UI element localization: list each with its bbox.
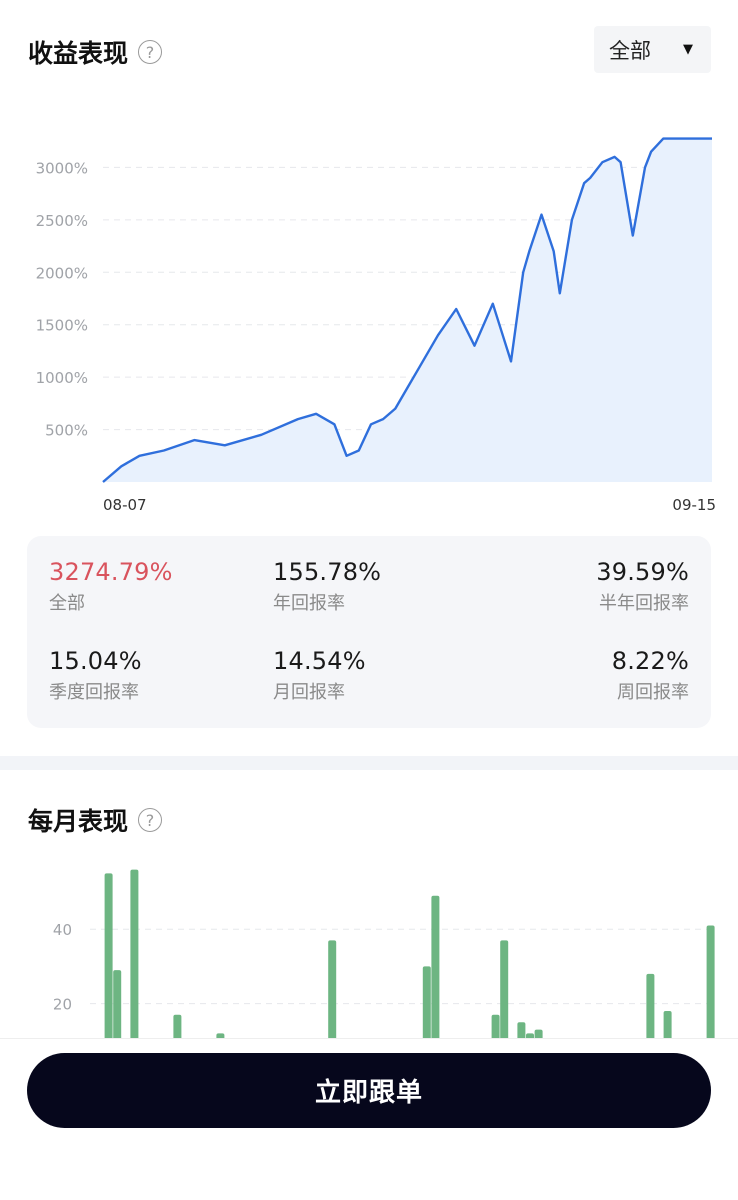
range-select[interactable]: 全部 ▼ — [594, 26, 711, 73]
stat-month-value: 14.54% — [273, 647, 366, 675]
stat-half-year-value: 39.59% — [596, 558, 689, 586]
monthly-bar — [706, 925, 715, 1050]
stat-week-label: 周回报率 — [617, 682, 689, 703]
monthly-bar — [431, 895, 440, 1050]
stat-half-year-label: 半年回报率 — [599, 593, 689, 614]
range-select-value: 全部 — [609, 38, 651, 63]
y-tick-label: 2500% — [36, 212, 88, 230]
stat-total-value: 3274.79% — [49, 558, 173, 586]
y-tick-label: 20 — [53, 996, 72, 1014]
monthly-return-chart: 2040 — [53, 869, 715, 1050]
stat-half-year: 39.59% 半年回报率 — [596, 558, 689, 615]
y-tick-label: 2000% — [36, 264, 88, 282]
stat-quarter-label: 季度回报率 — [49, 682, 139, 703]
y-tick-label: 1000% — [36, 369, 88, 387]
stat-month-label: 月回报率 — [273, 682, 345, 703]
bar-chart-y-ticks: 2040 — [53, 921, 72, 1013]
monthly-bar — [500, 940, 509, 1050]
caret-down-icon: ▼ — [683, 42, 693, 57]
help-icon[interactable]: ? — [138, 40, 163, 64]
return-area-fill — [103, 138, 712, 482]
help-icon[interactable]: ? — [138, 808, 163, 832]
performance-title: 收益表现 — [28, 39, 129, 68]
follow-now-button[interactable]: 立即跟单 — [27, 1053, 711, 1128]
monthly-title-row: 每月表现 ? — [28, 802, 163, 838]
performance-title-row: 收益表现 ? — [28, 34, 163, 70]
bar-chart-bars — [104, 869, 715, 1050]
stat-week: 8.22% 周回报率 — [612, 647, 689, 704]
y-tick-label: 500% — [45, 422, 88, 440]
monthly-title: 每月表现 — [28, 807, 129, 836]
monthly-bar — [130, 869, 139, 1050]
section-divider — [0, 756, 738, 770]
cumulative-return-chart: 500% 1000% 1500% 2000% 2500% 3000% 08-07 09-1… — [36, 137, 716, 514]
stat-annual: 155.78% 年回报率 — [273, 558, 381, 615]
y-tick-label: 1500% — [36, 317, 88, 335]
stats-card: 3274.79% 全部 155.78% 年回报率 39.59% 半年回报率 15… — [27, 536, 711, 728]
monthly-bar — [328, 940, 337, 1050]
stat-month: 14.54% 月回报率 — [273, 647, 366, 704]
stat-annual-value: 155.78% — [273, 558, 382, 586]
stat-total: 3274.79% 全部 — [49, 558, 173, 615]
stat-quarter: 15.04% 季度回报率 — [49, 647, 142, 704]
x-tick-label-start: 08-07 — [103, 496, 147, 514]
y-tick-label: 40 — [53, 921, 72, 939]
y-tick-label: 3000% — [36, 159, 88, 177]
x-tick-label-end: 09-15 — [672, 496, 716, 514]
stat-week-value: 8.22% — [611, 647, 689, 675]
stat-total-label: 全部 — [49, 593, 85, 614]
monthly-bar — [104, 873, 113, 1050]
stat-annual-label: 年回报率 — [273, 593, 345, 614]
y-axis-ticks: 500% 1000% 1500% 2000% 2500% 3000% — [36, 159, 88, 439]
bar-chart-gridlines — [90, 928, 712, 1005]
stat-quarter-value: 15.04% — [49, 647, 142, 675]
